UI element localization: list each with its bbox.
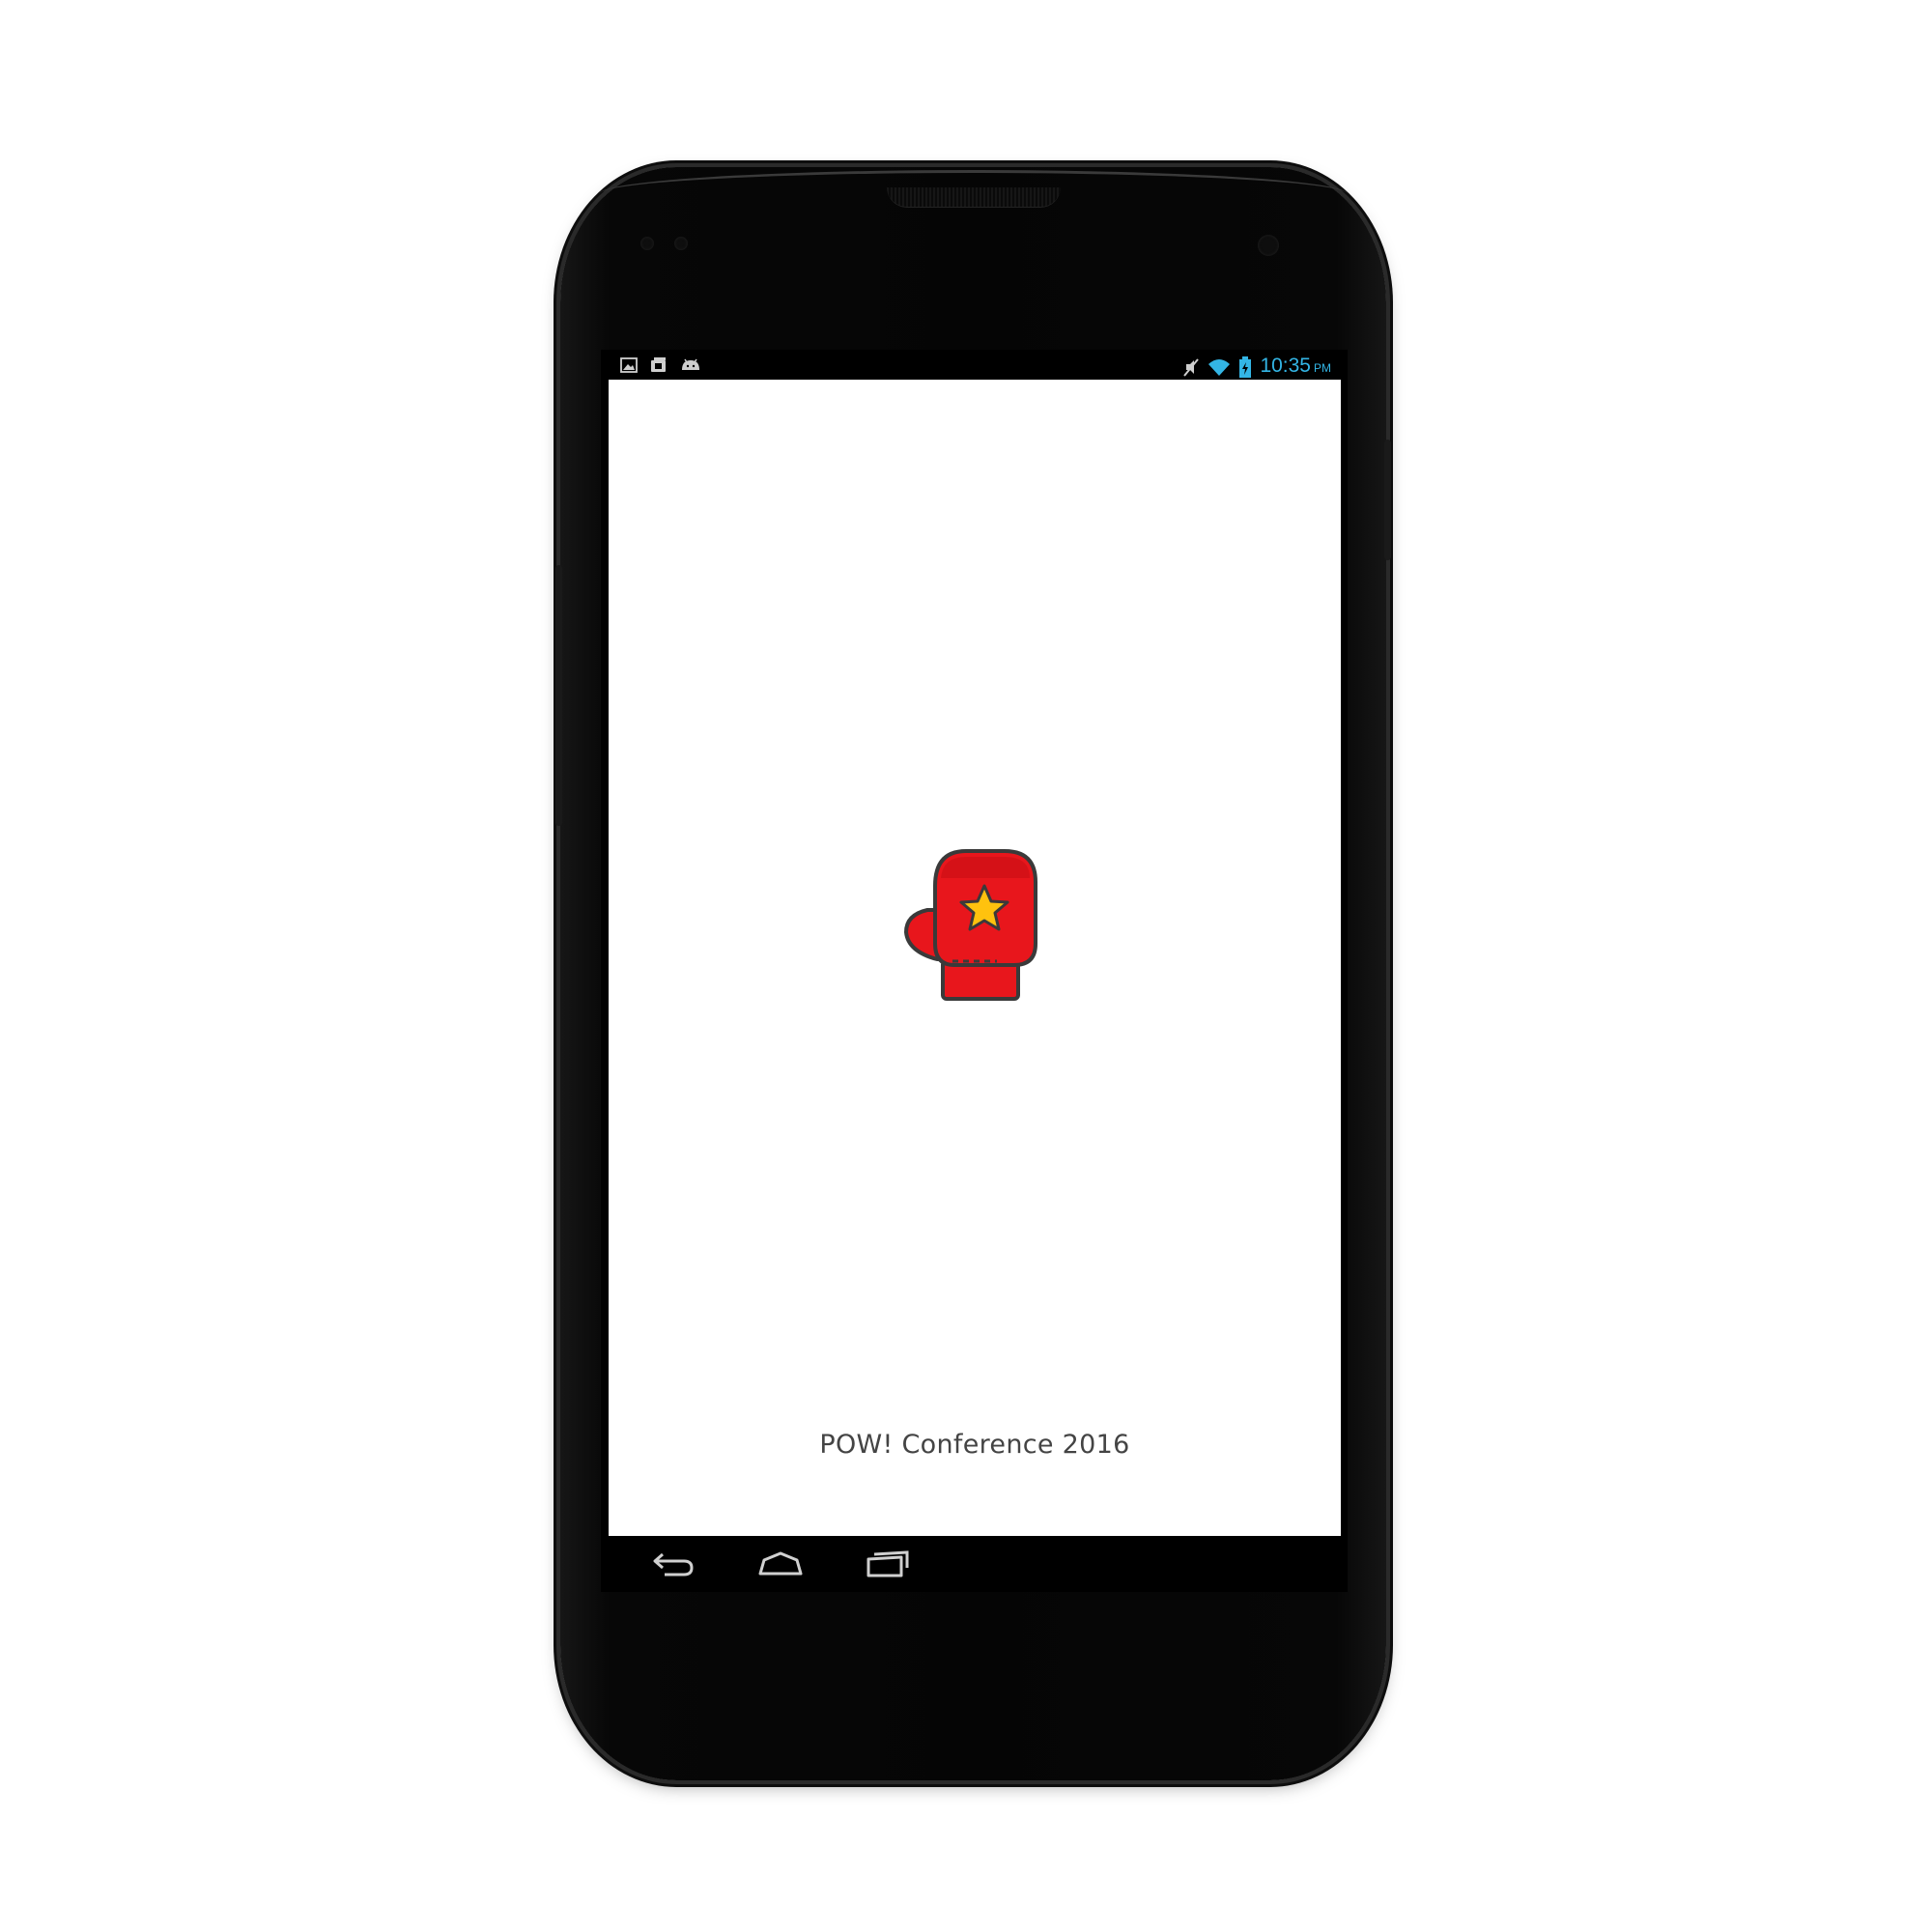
front-camera [1258,235,1279,256]
proximity-sensor [640,237,654,250]
clock-ampm: PM [1314,361,1331,375]
clock-time: 10:35 [1260,355,1311,377]
home-icon [758,1551,803,1576]
device-stage: 10:35 PM POW! Conference 2016 [0,0,1932,1932]
status-bar: 10:35 PM [609,353,1341,380]
wifi-icon [1208,359,1231,376]
conference-title: POW! Conference 2016 [819,1430,1130,1460]
back-icon [653,1552,694,1577]
back-button[interactable] [642,1545,704,1583]
home-button[interactable] [750,1545,811,1583]
boxing-glove-star-icon [904,849,1037,1001]
gallery-icon [620,357,638,373]
recent-apps-button[interactable] [857,1545,919,1583]
android-icon [682,358,699,370]
power-button[interactable] [1384,440,1391,560]
navigation-bar [601,1536,1348,1592]
battery-charging-icon [1239,356,1252,378]
media-icon [651,357,666,372]
volume-button[interactable] [555,565,562,826]
mute-icon [1183,358,1200,377]
earpiece-speaker [887,187,1061,208]
notification-icons [620,356,701,374]
light-sensor [674,237,688,250]
status-clock: 10:35 PM [1260,355,1331,380]
system-indicators: 10:35 PM [1182,355,1331,380]
recent-apps-icon [867,1550,909,1577]
